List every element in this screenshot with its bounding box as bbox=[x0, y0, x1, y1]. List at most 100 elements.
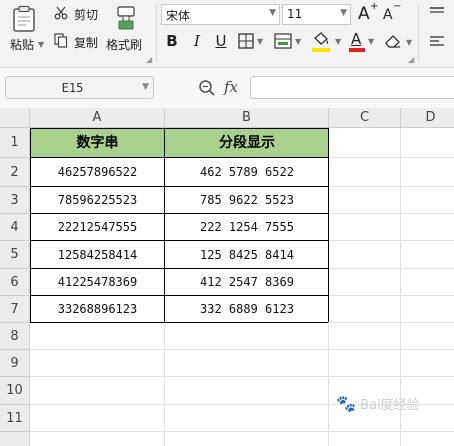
table-border bbox=[164, 128, 165, 322]
plus-icon: + bbox=[370, 1, 379, 12]
cut-label: 剪切 bbox=[74, 8, 99, 22]
table-border bbox=[30, 157, 328, 158]
copy-button[interactable]: 复制 bbox=[54, 32, 102, 52]
align-top-icon bbox=[430, 7, 444, 13]
cut-button[interactable]: 剪切 bbox=[54, 4, 102, 24]
gridline bbox=[30, 376, 454, 377]
insert-function-button[interactable]: fx bbox=[224, 78, 238, 96]
ribbon-toolbar: 粘贴 ▼ 剪切 复制 格式刷 宋体 ▼ 11 ▼ A + A − B I U ▼… bbox=[0, 0, 454, 68]
column-header-b[interactable]: B bbox=[165, 108, 329, 128]
table-cell[interactable]: 41225478369 bbox=[30, 269, 165, 296]
table-cell[interactable]: 46257896522 bbox=[30, 158, 165, 187]
increase-font-size-button[interactable]: A + bbox=[357, 1, 379, 25]
paste-label: 粘贴 bbox=[10, 38, 35, 52]
table-cell[interactable]: 78596225523 bbox=[30, 187, 165, 214]
borders-icon bbox=[238, 33, 254, 49]
borders-button[interactable]: ▼ bbox=[238, 32, 266, 52]
font-name-select[interactable]: 宋体 ▼ bbox=[161, 4, 280, 25]
table-cell[interactable]: 22212547555 bbox=[30, 214, 165, 241]
column-header-c[interactable]: C bbox=[329, 108, 401, 128]
watermark-text: Bai度经验 bbox=[360, 398, 420, 413]
format-painter-button[interactable]: 格式刷 bbox=[106, 2, 146, 56]
chevron-down-icon: ▼ bbox=[368, 37, 375, 46]
table-border bbox=[30, 295, 328, 296]
paw-icon: 🐾 bbox=[336, 394, 356, 413]
clear-format-button[interactable]: ▼ bbox=[384, 30, 416, 54]
zoom-search-icon[interactable] bbox=[198, 79, 216, 97]
table-cell[interactable]: 125 8425 8414 bbox=[165, 241, 329, 269]
fill-color-button[interactable]: ▼ bbox=[312, 30, 346, 54]
table-cell[interactable]: 462 5789 6522 bbox=[165, 158, 329, 187]
table-cell[interactable]: 222 1254 7555 bbox=[165, 214, 329, 241]
row-header[interactable]: 1 bbox=[0, 128, 30, 158]
row-header[interactable]: 2 bbox=[0, 158, 30, 187]
ribbon-divider bbox=[418, 4, 419, 62]
table-cell[interactable]: 12584258414 bbox=[30, 241, 165, 269]
paste-button[interactable]: 粘贴 ▼ bbox=[4, 2, 46, 56]
font-color-icon: A bbox=[351, 30, 362, 48]
font-name-value: 宋体 bbox=[166, 9, 191, 23]
watermark: 🐾 Bai度经验 bbox=[336, 394, 420, 413]
table-cell[interactable]: 785 9622 5523 bbox=[165, 187, 329, 214]
copy-label: 复制 bbox=[74, 36, 99, 50]
dialog-launcher-icon[interactable]: ◢ bbox=[146, 55, 152, 64]
row-header[interactable]: 6 bbox=[0, 269, 30, 296]
align-left-button[interactable] bbox=[428, 34, 446, 50]
column-header-a[interactable]: A bbox=[30, 108, 165, 128]
row-header[interactable]: 4 bbox=[0, 214, 30, 241]
row-header[interactable]: 8 bbox=[0, 323, 30, 350]
row-header[interactable] bbox=[0, 432, 30, 446]
font-size-value: 11 bbox=[287, 7, 303, 21]
font-color-button[interactable]: A ▼ bbox=[348, 30, 376, 54]
dialog-launcher-icon[interactable]: ◢ bbox=[408, 55, 414, 64]
column-header-d[interactable]: D bbox=[401, 108, 454, 128]
table-border bbox=[328, 128, 329, 322]
table-border bbox=[30, 128, 31, 322]
formula-bar: E15 ▼ fx bbox=[0, 68, 454, 110]
bold-button[interactable]: B bbox=[164, 30, 180, 52]
gridline bbox=[30, 349, 454, 350]
decrease-font-size-button[interactable]: A − bbox=[382, 1, 402, 25]
chevron-down-icon: ▼ bbox=[295, 37, 302, 46]
row-header[interactable]: 9 bbox=[0, 350, 30, 377]
increase-font-size-icon: A bbox=[358, 4, 370, 24]
underline-button[interactable]: U bbox=[213, 30, 229, 52]
name-box-value: E15 bbox=[61, 81, 84, 95]
select-all-corner[interactable] bbox=[0, 108, 30, 128]
minus-icon: − bbox=[393, 1, 402, 12]
table-border bbox=[30, 186, 328, 187]
row-header[interactable]: 11 bbox=[0, 405, 30, 432]
paint-bucket-icon bbox=[314, 32, 329, 45]
align-left-icon bbox=[430, 36, 444, 46]
align-top-button[interactable] bbox=[428, 6, 446, 22]
font-size-select[interactable]: 11 ▼ bbox=[282, 4, 351, 25]
chevron-down-icon[interactable]: ▼ bbox=[38, 40, 44, 49]
table-cell[interactable]: 33268896123 bbox=[30, 296, 165, 323]
table-border bbox=[30, 240, 328, 241]
italic-button[interactable]: I bbox=[189, 30, 205, 52]
table-header-cell[interactable]: 数字串 bbox=[30, 128, 165, 158]
table-cell[interactable]: 332 6889 6123 bbox=[165, 296, 329, 323]
table-border bbox=[30, 128, 328, 129]
row-header[interactable]: 5 bbox=[0, 241, 30, 269]
eraser-icon bbox=[385, 35, 400, 48]
formula-input[interactable] bbox=[250, 76, 454, 99]
table-header-cell[interactable]: 分段显示 bbox=[165, 128, 329, 158]
row-header[interactable]: 3 bbox=[0, 187, 30, 214]
table-cell[interactable]: 412 2547 8369 bbox=[165, 269, 329, 296]
copy-icon bbox=[54, 33, 68, 48]
ribbon-divider bbox=[156, 4, 157, 62]
chevron-down-icon: ▼ bbox=[269, 8, 276, 18]
row-header[interactable]: 7 bbox=[0, 296, 30, 323]
name-box[interactable]: E15 ▼ bbox=[5, 76, 154, 99]
font-color-swatch bbox=[349, 48, 365, 52]
row-header[interactable]: 10 bbox=[0, 377, 30, 405]
scissors-icon bbox=[54, 6, 68, 20]
table-border bbox=[30, 268, 328, 269]
gridline bbox=[30, 431, 454, 432]
fill-color-swatch bbox=[312, 48, 330, 52]
merge-cells-button[interactable]: ▼ bbox=[274, 32, 304, 52]
clipboard-icon bbox=[13, 5, 35, 32]
chevron-down-icon: ▼ bbox=[142, 82, 149, 92]
chevron-down-icon: ▼ bbox=[340, 8, 347, 18]
